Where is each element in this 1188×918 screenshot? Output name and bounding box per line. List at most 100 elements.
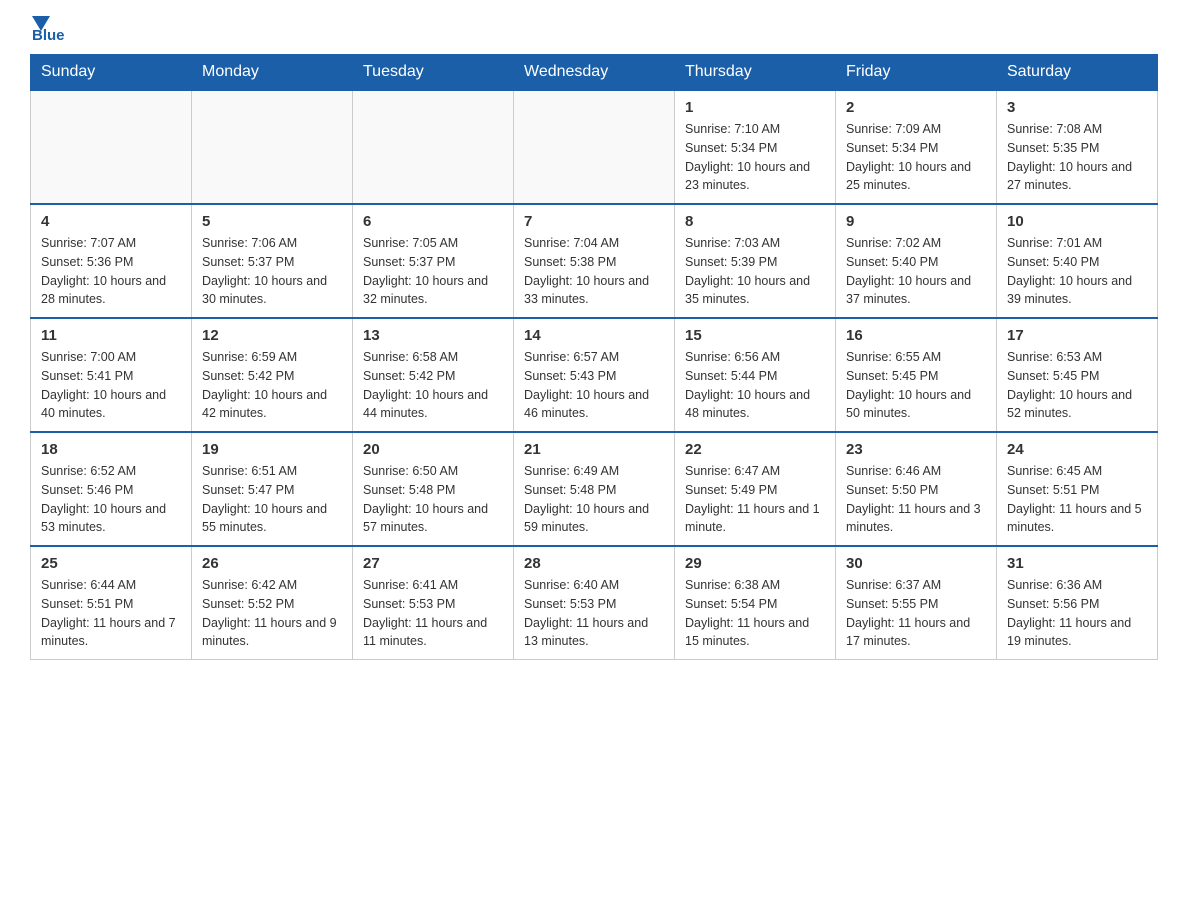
day-number: 28 [524,555,664,572]
day-info: Sunrise: 6:49 AM Sunset: 5:48 PM Dayligh… [524,462,664,537]
day-info: Sunrise: 6:55 AM Sunset: 5:45 PM Dayligh… [846,348,986,423]
day-number: 11 [41,327,181,344]
day-number: 20 [363,441,503,458]
day-info: Sunrise: 6:36 AM Sunset: 5:56 PM Dayligh… [1007,576,1147,651]
day-number: 16 [846,327,986,344]
column-header-monday: Monday [192,55,353,91]
logo-underline: Blue [32,27,65,44]
day-number: 22 [685,441,825,458]
column-header-sunday: Sunday [31,55,192,91]
calendar-cell: 11 Sunrise: 7:00 AM Sunset: 5:41 PM Dayli… [31,318,192,432]
calendar-cell: 26 Sunrise: 6:42 AM Sunset: 5:52 PM Dayli… [192,546,353,660]
day-number: 10 [1007,213,1147,230]
day-info: Sunrise: 6:53 AM Sunset: 5:45 PM Dayligh… [1007,348,1147,423]
day-number: 26 [202,555,342,572]
day-number: 12 [202,327,342,344]
calendar-cell: 25 Sunrise: 6:44 AM Sunset: 5:51 PM Dayli… [31,546,192,660]
day-info: Sunrise: 7:00 AM Sunset: 5:41 PM Dayligh… [41,348,181,423]
calendar-cell: 3 Sunrise: 7:08 AM Sunset: 5:35 PM Daylig… [997,90,1158,204]
day-info: Sunrise: 6:51 AM Sunset: 5:47 PM Dayligh… [202,462,342,537]
day-info: Sunrise: 7:06 AM Sunset: 5:37 PM Dayligh… [202,234,342,309]
calendar-week-5: 25 Sunrise: 6:44 AM Sunset: 5:51 PM Dayli… [31,546,1158,660]
column-header-thursday: Thursday [675,55,836,91]
calendar-week-1: 1 Sunrise: 7:10 AM Sunset: 5:34 PM Daylig… [31,90,1158,204]
day-number: 30 [846,555,986,572]
day-info: Sunrise: 7:09 AM Sunset: 5:34 PM Dayligh… [846,120,986,195]
calendar-cell [31,90,192,204]
column-header-friday: Friday [836,55,997,91]
day-number: 24 [1007,441,1147,458]
day-number: 17 [1007,327,1147,344]
day-info: Sunrise: 6:40 AM Sunset: 5:53 PM Dayligh… [524,576,664,651]
calendar-cell: 16 Sunrise: 6:55 AM Sunset: 5:45 PM Dayli… [836,318,997,432]
calendar-table: SundayMondayTuesdayWednesdayThursdayFrid… [30,54,1158,660]
day-info: Sunrise: 7:01 AM Sunset: 5:40 PM Dayligh… [1007,234,1147,309]
day-info: Sunrise: 6:57 AM Sunset: 5:43 PM Dayligh… [524,348,664,423]
calendar-cell: 4 Sunrise: 7:07 AM Sunset: 5:36 PM Daylig… [31,204,192,318]
day-info: Sunrise: 6:37 AM Sunset: 5:55 PM Dayligh… [846,576,986,651]
calendar-cell: 13 Sunrise: 6:58 AM Sunset: 5:42 PM Dayli… [353,318,514,432]
day-info: Sunrise: 7:03 AM Sunset: 5:39 PM Dayligh… [685,234,825,309]
day-info: Sunrise: 6:50 AM Sunset: 5:48 PM Dayligh… [363,462,503,537]
calendar-week-2: 4 Sunrise: 7:07 AM Sunset: 5:36 PM Daylig… [31,204,1158,318]
day-number: 18 [41,441,181,458]
calendar-cell: 24 Sunrise: 6:45 AM Sunset: 5:51 PM Dayli… [997,432,1158,546]
calendar-cell: 30 Sunrise: 6:37 AM Sunset: 5:55 PM Dayli… [836,546,997,660]
day-number: 15 [685,327,825,344]
day-info: Sunrise: 6:38 AM Sunset: 5:54 PM Dayligh… [685,576,825,651]
calendar-cell: 12 Sunrise: 6:59 AM Sunset: 5:42 PM Dayli… [192,318,353,432]
calendar-cell: 2 Sunrise: 7:09 AM Sunset: 5:34 PM Daylig… [836,90,997,204]
day-number: 14 [524,327,664,344]
calendar-cell [353,90,514,204]
calendar-cell: 31 Sunrise: 6:36 AM Sunset: 5:56 PM Dayli… [997,546,1158,660]
day-number: 7 [524,213,664,230]
column-header-wednesday: Wednesday [514,55,675,91]
column-header-tuesday: Tuesday [353,55,514,91]
day-info: Sunrise: 6:59 AM Sunset: 5:42 PM Dayligh… [202,348,342,423]
day-info: Sunrise: 7:07 AM Sunset: 5:36 PM Dayligh… [41,234,181,309]
calendar-week-4: 18 Sunrise: 6:52 AM Sunset: 5:46 PM Dayli… [31,432,1158,546]
calendar-cell: 21Sunrise: 6:49 AM Sunset: 5:48 PM Dayli… [514,432,675,546]
day-info: Sunrise: 6:52 AM Sunset: 5:46 PM Dayligh… [41,462,181,537]
calendar-cell: 7Sunrise: 7:04 AM Sunset: 5:38 PM Daylig… [514,204,675,318]
calendar-cell: 1 Sunrise: 7:10 AM Sunset: 5:34 PM Daylig… [675,90,836,204]
day-info: Sunrise: 6:47 AM Sunset: 5:49 PM Dayligh… [685,462,825,537]
day-number: 1 [685,99,825,116]
calendar-cell [192,90,353,204]
day-info: Sunrise: 6:46 AM Sunset: 5:50 PM Dayligh… [846,462,986,537]
logo: Blue [30,20,65,44]
calendar-cell: 8 Sunrise: 7:03 AM Sunset: 5:39 PM Daylig… [675,204,836,318]
day-number: 13 [363,327,503,344]
calendar-cell [514,90,675,204]
day-number: 9 [846,213,986,230]
page-header: Blue [30,20,1158,44]
day-info: Sunrise: 7:08 AM Sunset: 5:35 PM Dayligh… [1007,120,1147,195]
day-info: Sunrise: 6:42 AM Sunset: 5:52 PM Dayligh… [202,576,342,651]
calendar-cell: 10 Sunrise: 7:01 AM Sunset: 5:40 PM Dayli… [997,204,1158,318]
calendar-cell: 17 Sunrise: 6:53 AM Sunset: 5:45 PM Dayli… [997,318,1158,432]
calendar-cell: 19 Sunrise: 6:51 AM Sunset: 5:47 PM Dayli… [192,432,353,546]
day-number: 31 [1007,555,1147,572]
calendar-cell: 14 Sunrise: 6:57 AM Sunset: 5:43 PM Dayli… [514,318,675,432]
calendar-cell: 20 Sunrise: 6:50 AM Sunset: 5:48 PM Dayli… [353,432,514,546]
day-info: Sunrise: 6:44 AM Sunset: 5:51 PM Dayligh… [41,576,181,651]
day-number: 25 [41,555,181,572]
day-number: 5 [202,213,342,230]
calendar-cell: 6Sunrise: 7:05 AM Sunset: 5:37 PM Daylig… [353,204,514,318]
column-header-saturday: Saturday [997,55,1158,91]
calendar-header-row: SundayMondayTuesdayWednesdayThursdayFrid… [31,55,1158,91]
calendar-cell: 27Sunrise: 6:41 AM Sunset: 5:53 PM Dayli… [353,546,514,660]
day-info: Sunrise: 6:58 AM Sunset: 5:42 PM Dayligh… [363,348,503,423]
day-number: 27 [363,555,503,572]
day-number: 3 [1007,99,1147,116]
day-info: Sunrise: 7:02 AM Sunset: 5:40 PM Dayligh… [846,234,986,309]
day-info: Sunrise: 7:10 AM Sunset: 5:34 PM Dayligh… [685,120,825,195]
day-number: 29 [685,555,825,572]
day-info: Sunrise: 6:45 AM Sunset: 5:51 PM Dayligh… [1007,462,1147,537]
day-number: 19 [202,441,342,458]
day-number: 4 [41,213,181,230]
calendar-cell: 5 Sunrise: 7:06 AM Sunset: 5:37 PM Daylig… [192,204,353,318]
day-number: 23 [846,441,986,458]
day-number: 8 [685,213,825,230]
day-number: 2 [846,99,986,116]
